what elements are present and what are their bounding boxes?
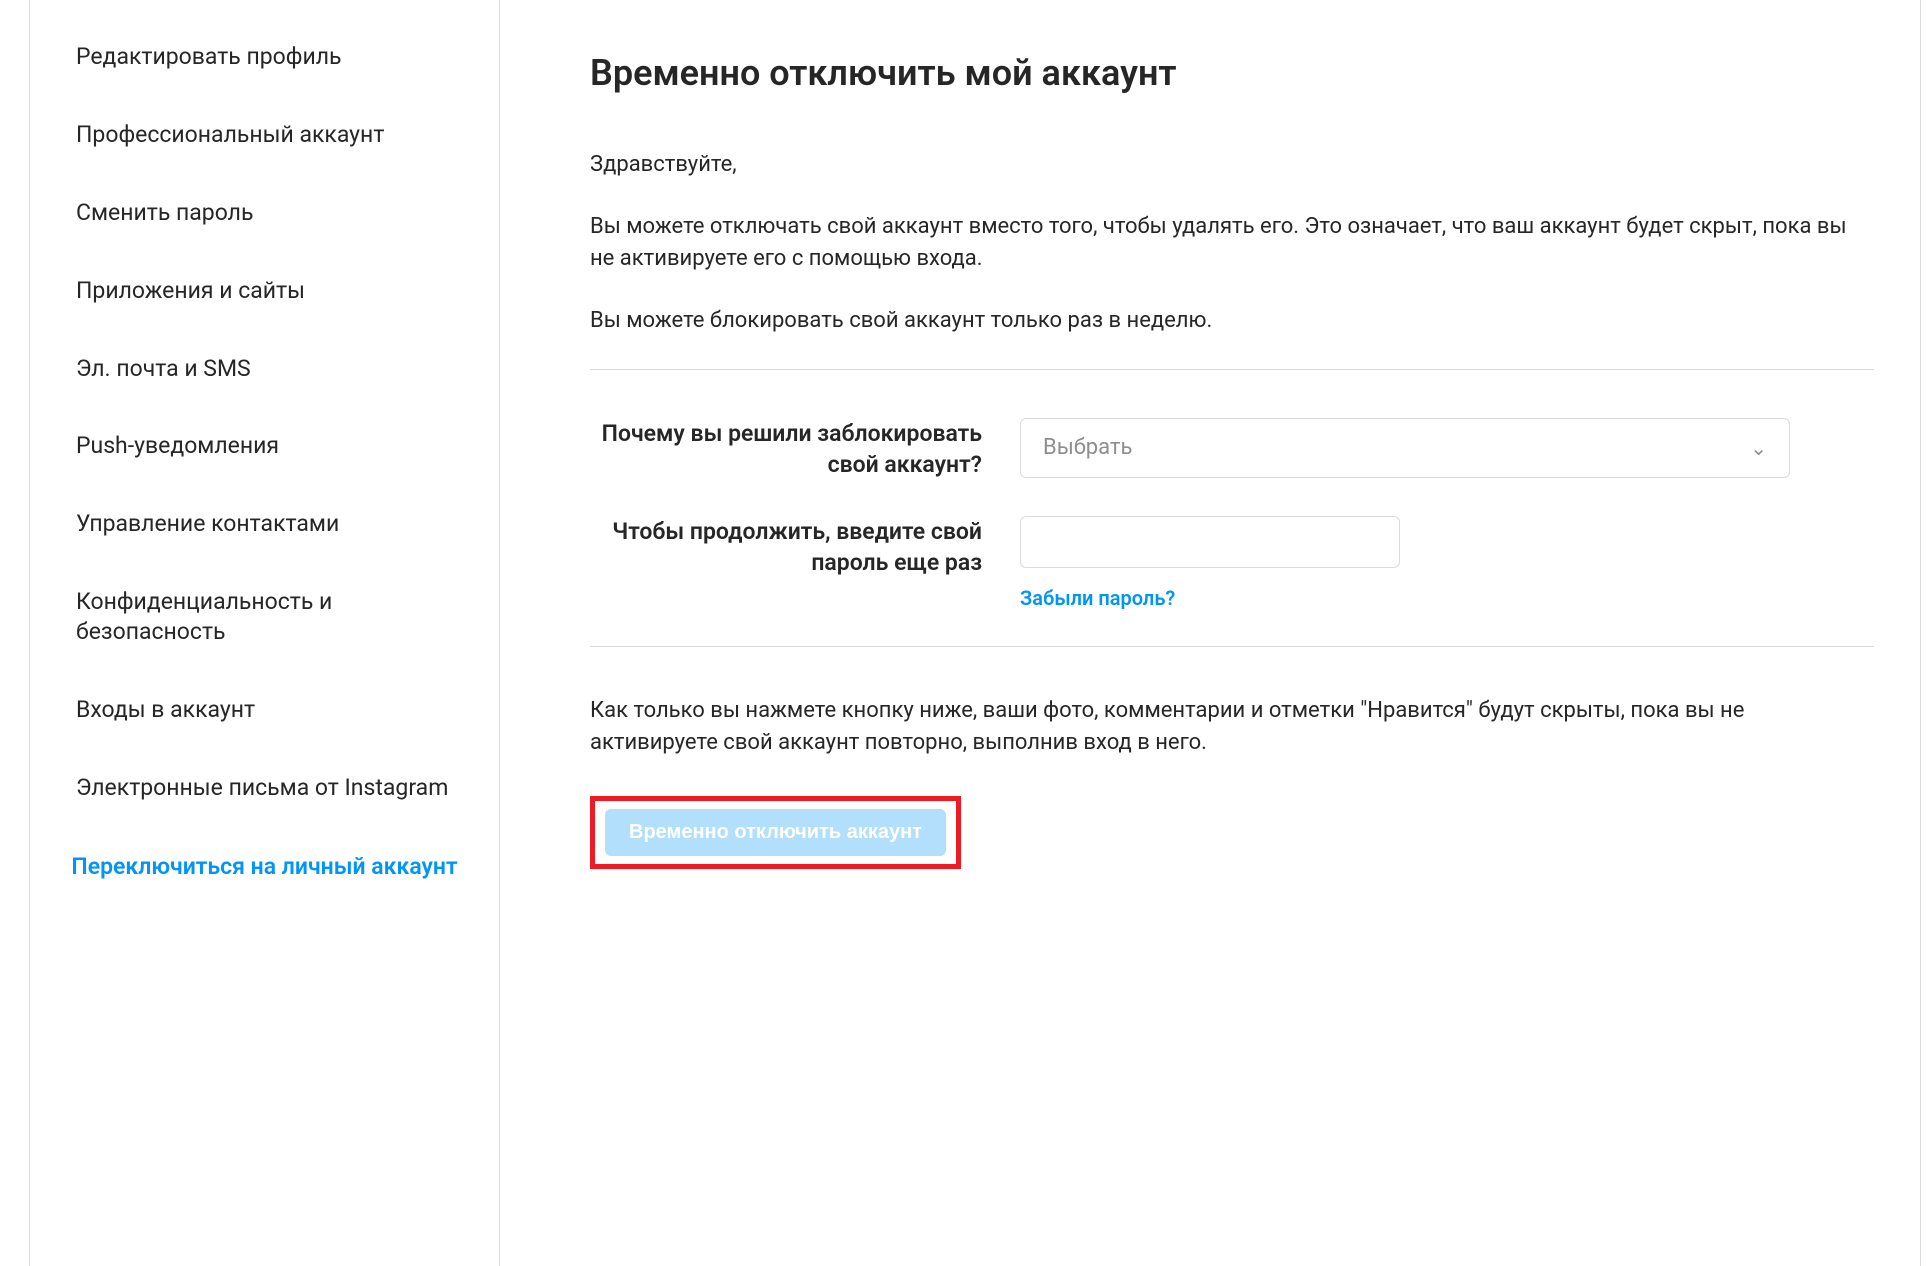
sidebar-item-change-password[interactable]: Сменить пароль xyxy=(30,174,499,252)
reason-select-placeholder: Выбрать xyxy=(1043,435,1132,460)
main-content: Временно отключить мой аккаунт Здравству… xyxy=(500,0,1920,1266)
password-input[interactable] xyxy=(1020,516,1400,568)
sidebar-item-login-activity[interactable]: Входы в аккаунт xyxy=(30,671,499,749)
sidebar-item-label: Сменить пароль xyxy=(76,199,253,226)
sidebar-item-label: Входы в аккаунт xyxy=(76,696,255,723)
page-title: Временно отключить мой аккаунт xyxy=(590,52,1874,94)
password-label: Чтобы продолжить, введите свой пароль ещ… xyxy=(590,516,1020,578)
confirm-note: Как только вы нажмете кнопку ниже, ваши … xyxy=(590,695,1874,759)
temporarily-disable-account-button[interactable]: Временно отключить аккаунт xyxy=(605,809,946,856)
sidebar-item-label: Конфиденциальность и безопасность xyxy=(76,588,332,645)
sidebar-item-label: Эл. почта и SMS xyxy=(76,355,251,382)
sidebar-item-label: Приложения и сайты xyxy=(76,277,305,304)
reason-select[interactable]: Выбрать ⌄ xyxy=(1020,418,1790,478)
sidebar-item-manage-contacts[interactable]: Управление контактами xyxy=(30,485,499,563)
switch-to-personal-account-link[interactable]: Переключиться на личный аккаунт xyxy=(30,827,499,906)
sidebar-item-professional-account[interactable]: Профессиональный аккаунт xyxy=(30,96,499,174)
greeting-text: Здравствуйте, xyxy=(590,149,1874,181)
intro-text: Здравствуйте, Вы можете отключать свой а… xyxy=(590,149,1874,337)
body-text-1: Вы можете отключать свой аккаунт вместо … xyxy=(590,211,1874,275)
sidebar-item-apps-and-websites[interactable]: Приложения и сайты xyxy=(30,252,499,330)
sidebar-item-label: Редактировать профиль xyxy=(76,43,342,70)
password-row: Чтобы продолжить, введите свой пароль ещ… xyxy=(590,516,1874,610)
body-text-2: Вы можете блокировать свой аккаунт тольк… xyxy=(590,305,1874,337)
sidebar-item-email-sms[interactable]: Эл. почта и SMS xyxy=(30,330,499,408)
section-divider xyxy=(590,369,1874,370)
sidebar-item-label: Управление контактами xyxy=(76,510,339,537)
disable-button-highlight: Временно отключить аккаунт xyxy=(590,796,961,869)
settings-sidebar: Редактировать профиль Профессиональный а… xyxy=(30,0,500,1266)
sidebar-item-label: Профессиональный аккаунт xyxy=(76,121,384,148)
reason-label: Почему вы решили заблокировать свой акка… xyxy=(590,418,1020,480)
section-divider xyxy=(590,646,1874,647)
sidebar-item-privacy-security[interactable]: Конфиденциальность и безопасность xyxy=(30,563,499,671)
chevron-down-icon: ⌄ xyxy=(1750,436,1767,460)
sidebar-item-emails-from-instagram[interactable]: Электронные письма от Instagram xyxy=(30,749,499,827)
sidebar-item-edit-profile[interactable]: Редактировать профиль xyxy=(30,18,499,96)
forgot-password-link[interactable]: Забыли пароль? xyxy=(1020,586,1175,610)
sidebar-item-label: Push-уведомления xyxy=(76,432,279,459)
switch-link-label: Переключиться на личный аккаунт xyxy=(71,853,457,880)
sidebar-item-push-notifications[interactable]: Push-уведомления xyxy=(30,407,499,485)
sidebar-item-label: Электронные письма от Instagram xyxy=(76,774,448,801)
reason-row: Почему вы решили заблокировать свой акка… xyxy=(590,418,1874,480)
